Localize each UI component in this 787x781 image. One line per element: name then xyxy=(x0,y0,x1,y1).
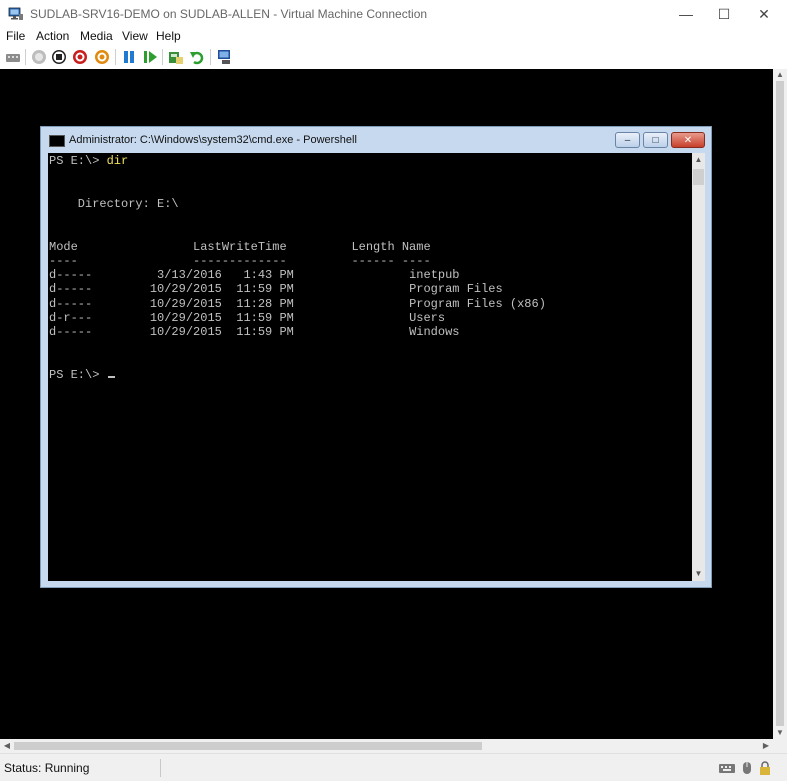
status-divider xyxy=(160,759,161,777)
save-icon[interactable] xyxy=(94,49,110,65)
mouse-icon xyxy=(743,762,751,774)
row-date: 10/29/2015 xyxy=(149,310,222,325)
lock-icon xyxy=(760,761,770,775)
toolbar-separator xyxy=(25,49,26,65)
cmd-icon xyxy=(49,135,65,147)
directory-line: Directory: E:\ xyxy=(49,197,179,211)
vm-display[interactable]: Administrator: C:\Windows\system32\cmd.e… xyxy=(0,69,773,739)
toolbar-separator xyxy=(115,49,116,65)
ctrl-alt-del-icon[interactable] xyxy=(5,49,21,65)
maximize-icon: ☐ xyxy=(717,5,731,22)
row-name: inetpub xyxy=(409,268,460,282)
prompt: PS E:\> xyxy=(49,368,107,382)
table-row: d-r--- 10/29/2015 11:59 PM Users xyxy=(49,311,445,325)
row-time: 11:59 PM xyxy=(236,325,294,340)
vertical-scrollbar[interactable]: ▲ ▼ xyxy=(773,69,787,739)
prompt-line-2: PS E:\> xyxy=(49,368,115,382)
horizontal-scrollbar[interactable]: ◀ ▶ xyxy=(0,739,773,753)
shut-down-icon[interactable] xyxy=(72,49,88,65)
cmd-vertical-scrollbar[interactable]: ▲ ▼ xyxy=(692,153,705,581)
keyboard-icon xyxy=(719,764,735,773)
checkpoint-icon[interactable] xyxy=(168,49,184,65)
row-mode: d----- xyxy=(49,296,93,311)
powershell-window[interactable]: Administrator: C:\Windows\system32\cmd.e… xyxy=(40,126,712,588)
cmd-minimize-icon: – xyxy=(624,134,631,146)
revert-icon[interactable] xyxy=(189,49,205,65)
table-header-underline: ---- ------------- ------ ---- xyxy=(49,254,431,268)
table-header: Mode LastWriteTime Length Name xyxy=(49,240,431,254)
row-mode: d----- xyxy=(49,268,93,282)
row-name: Windows xyxy=(409,325,460,340)
scroll-down-icon[interactable]: ▼ xyxy=(773,727,787,739)
cmd-scroll-thumb[interactable] xyxy=(693,169,704,185)
scroll-up-icon[interactable]: ▲ xyxy=(692,153,705,167)
vm-connection-icon xyxy=(8,7,23,20)
menu-action[interactable]: Action xyxy=(36,29,69,43)
cmd-maximize-button[interactable]: □ xyxy=(643,132,668,148)
table-row: d----- 3/13/2016 1:43 PM inetpub xyxy=(49,268,460,282)
menu-bar: File Action Media View Help xyxy=(0,28,787,46)
command-text: dir xyxy=(106,154,129,168)
row-time: 1:43 PM xyxy=(243,268,294,282)
title-bar: SUDLAB-SRV16-DEMO on SUDLAB-ALLEN - Virt… xyxy=(0,0,787,28)
close-button[interactable]: ✕ xyxy=(741,0,787,28)
row-mode: d-r--- xyxy=(49,310,93,325)
window-title: SUDLAB-SRV16-DEMO on SUDLAB-ALLEN - Virt… xyxy=(30,7,428,21)
menu-media[interactable]: Media xyxy=(80,29,113,43)
cmd-close-icon: ✕ xyxy=(683,134,693,146)
table-row: d----- 10/29/2015 11:59 PM Windows xyxy=(49,325,460,339)
scroll-left-icon[interactable]: ◀ xyxy=(0,739,14,753)
horizontal-scroll-thumb[interactable] xyxy=(14,742,482,750)
menu-file[interactable]: File xyxy=(6,29,25,43)
row-date: 10/29/2015 xyxy=(149,296,222,311)
scroll-right-icon[interactable]: ▶ xyxy=(759,739,773,753)
toolbar-separator xyxy=(210,49,211,65)
text-cursor xyxy=(107,376,115,378)
pause-icon[interactable] xyxy=(121,49,137,65)
status-bar: Status: Running xyxy=(0,753,787,781)
row-time: 11:28 PM xyxy=(236,296,294,311)
row-name: Users xyxy=(409,310,446,325)
cmd-window-title: Administrator: C:\Windows\system32\cmd.e… xyxy=(69,134,357,146)
turn-off-icon[interactable] xyxy=(51,49,67,65)
scrollbar-corner xyxy=(773,739,787,753)
row-name: Program Files xyxy=(409,282,503,297)
row-date: 3/13/2016 xyxy=(157,268,222,282)
row-mode: d----- xyxy=(49,282,93,297)
resume-icon[interactable] xyxy=(142,49,158,65)
cmd-close-button[interactable]: ✕ xyxy=(671,132,705,148)
console-output[interactable]: PS E:\> dir Directory: E:\ Mode LastWrit… xyxy=(48,153,692,581)
prompt-line-1: PS E:\> dir xyxy=(49,154,128,168)
vertical-scroll-thumb[interactable] xyxy=(776,81,784,726)
minimize-icon: — xyxy=(679,6,693,22)
prompt: PS E:\> xyxy=(49,154,107,168)
row-name: Program Files (x86) xyxy=(409,296,546,311)
scroll-up-icon[interactable]: ▲ xyxy=(773,69,787,81)
table-row: d----- 10/29/2015 11:28 PM Program Files… xyxy=(49,297,546,311)
toolbar-separator xyxy=(162,49,163,65)
status-text: Status: Running xyxy=(4,761,90,775)
scroll-down-icon[interactable]: ▼ xyxy=(692,567,705,581)
close-icon: ✕ xyxy=(758,5,770,22)
enhanced-session-icon[interactable] xyxy=(217,49,233,65)
menu-help[interactable]: Help xyxy=(156,29,181,43)
menu-view[interactable]: View xyxy=(122,29,148,43)
table-row: d----- 10/29/2015 11:59 PM Program Files xyxy=(49,282,503,296)
row-date: 10/29/2015 xyxy=(149,282,222,297)
toolbar xyxy=(0,46,787,68)
row-date: 10/29/2015 xyxy=(149,325,222,340)
row-time: 11:59 PM xyxy=(236,282,294,297)
cmd-maximize-icon: □ xyxy=(652,134,659,146)
cmd-minimize-button[interactable]: – xyxy=(615,132,640,148)
start-icon[interactable] xyxy=(31,49,47,65)
cmd-title-bar: Administrator: C:\Windows\system32\cmd.e… xyxy=(41,127,711,153)
row-time: 11:59 PM xyxy=(236,310,294,325)
row-mode: d----- xyxy=(49,325,93,340)
